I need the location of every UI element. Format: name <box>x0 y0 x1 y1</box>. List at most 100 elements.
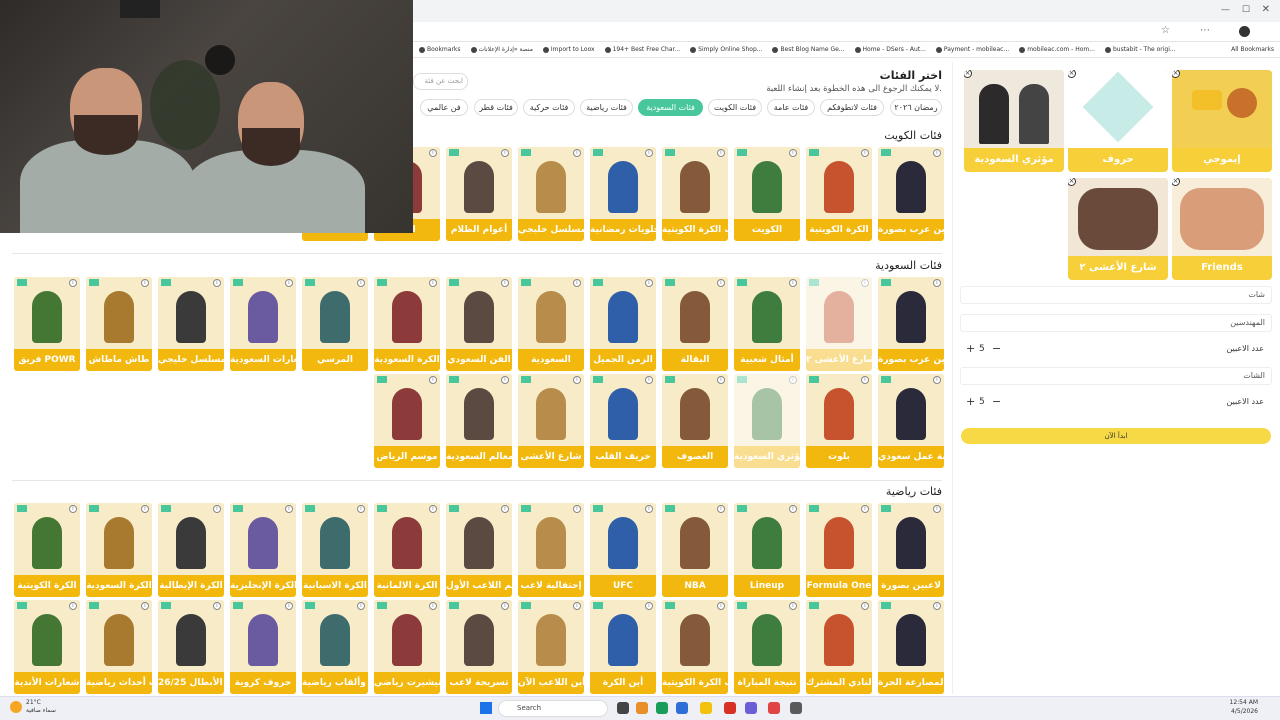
bookmark-item[interactable]: Best Blog Name Ge... <box>772 46 845 53</box>
category-card[interactable]: إسم اللاعب الأول i <box>446 503 512 597</box>
team2-name-input[interactable]: الشات <box>960 367 1272 385</box>
category-card[interactable]: موسم الرياض i <box>374 374 440 468</box>
info-icon[interactable]: i <box>861 602 869 610</box>
all-bookmarks[interactable]: All Bookmarks <box>1231 46 1280 53</box>
info-icon[interactable]: i <box>933 279 941 287</box>
info-icon[interactable]: i <box>789 505 797 513</box>
category-card[interactable]: المصارعة الحرة i <box>878 600 944 694</box>
category-card[interactable]: شعارات السعودية i <box>230 277 296 371</box>
category-card[interactable]: الفن السعودي i <box>446 277 512 371</box>
category-card[interactable]: رتب أحداث رياضية i <box>86 600 152 694</box>
team1-name-input[interactable]: شات <box>960 286 1272 304</box>
category-card[interactable]: الكرة السعودية i <box>374 277 440 371</box>
info-icon[interactable]: i <box>357 279 365 287</box>
filter-chip[interactable]: فئات رياضية <box>580 99 633 116</box>
taskbar-app-icon[interactable] <box>745 702 757 714</box>
taskbar-app-icon[interactable] <box>700 702 712 714</box>
category-card[interactable]: الكرة الكويتية i <box>14 503 80 597</box>
info-icon[interactable]: i <box>933 602 941 610</box>
category-card[interactable]: بلوت i <box>806 374 872 468</box>
category-card[interactable]: جوائز وألقاب رياضية i <box>302 600 368 694</box>
taskbar-app-icon[interactable] <box>636 702 648 714</box>
info-icon[interactable]: i <box>645 279 653 287</box>
info-icon[interactable]: i <box>717 602 725 610</box>
info-icon[interactable]: i <box>141 279 149 287</box>
filter-chip[interactable]: فئات لاتطوفكم <box>820 99 884 116</box>
category-card[interactable]: الزمن الجميل i <box>590 277 656 371</box>
info-icon[interactable]: i <box>429 505 437 513</box>
category-card[interactable]: معالم السعودية i <box>446 374 512 468</box>
info-icon[interactable]: i <box>69 279 77 287</box>
bookmark-item[interactable]: 194+ Best Free Char... <box>604 46 680 53</box>
info-icon[interactable]: i <box>933 376 941 384</box>
info-icon[interactable]: i <box>573 602 581 610</box>
info-icon[interactable]: i <box>789 279 797 287</box>
filter-chip-active[interactable]: فئات السعودية <box>638 99 703 116</box>
bookmark-item[interactable]: Payment - mobileac... <box>935 46 1009 53</box>
info-icon[interactable]: i <box>501 149 509 157</box>
bookmark-item[interactable]: mobileac.com - Hom... <box>1019 46 1095 53</box>
info-icon[interactable]: i <box>285 505 293 513</box>
info-icon[interactable]: i <box>429 279 437 287</box>
info-icon[interactable]: i <box>717 279 725 287</box>
info-icon[interactable]: i <box>429 149 437 157</box>
info-icon[interactable]: i <box>213 279 221 287</box>
selected-card[interactable]: Friends × <box>1172 178 1272 280</box>
category-card[interactable]: العصوف i <box>662 374 728 468</box>
category-card[interactable]: النادي المشترك i <box>806 600 872 694</box>
category-card[interactable]: طاش ماطاش i <box>86 277 152 371</box>
category-card[interactable]: المرسي i <box>302 277 368 371</box>
filter-chip[interactable]: فئات قطر <box>474 99 518 116</box>
category-card[interactable]: أعوام الظلام i <box>446 147 512 241</box>
info-icon[interactable]: i <box>933 149 941 157</box>
taskbar-app-icon[interactable] <box>617 702 629 714</box>
category-card[interactable]: فنانين عرب بصورة i <box>878 147 944 241</box>
taskbar-app-icon[interactable] <box>724 702 736 714</box>
category-card[interactable]: Lineup i <box>734 503 800 597</box>
bookmark-item[interactable]: bustabit - The origi... <box>1104 46 1176 53</box>
info-icon[interactable]: i <box>357 602 365 610</box>
category-card[interactable]: الكويت i <box>734 147 800 241</box>
info-icon[interactable]: i <box>933 505 941 513</box>
team1-field[interactable]: المهندسين <box>960 314 1272 332</box>
bookmark-item[interactable]: Simply Online Shop... <box>690 46 762 53</box>
category-card[interactable]: إحتفالية لاعب i <box>518 503 584 597</box>
info-icon[interactable]: i <box>429 602 437 610</box>
category-search-input[interactable]: ابحث عن فئة <box>413 73 468 90</box>
category-card[interactable]: الكرة الإيطالية i <box>158 503 224 597</box>
selected-card[interactable]: إيموجي × <box>1172 70 1272 172</box>
plus-button[interactable]: + <box>966 395 975 408</box>
close-window-button[interactable]: ✕ <box>1262 4 1270 15</box>
category-card[interactable]: أمثال شعبية i <box>734 277 800 371</box>
extensions-icon[interactable]: ⋯ <box>1200 25 1210 36</box>
info-icon[interactable]: i <box>789 376 797 384</box>
filter-chip[interactable]: فئات الكويت <box>708 99 762 116</box>
bookmark-item[interactable]: منصة «إدارة الإعلانات <box>470 46 533 53</box>
profile-avatar[interactable] <box>1239 26 1250 37</box>
info-icon[interactable]: i <box>69 602 77 610</box>
start-button[interactable]: ابدأ الآن <box>961 428 1271 444</box>
taskbar-app-icon[interactable] <box>656 702 668 714</box>
info-icon[interactable]: i <box>573 376 581 384</box>
category-card[interactable]: السعودية i <box>518 277 584 371</box>
info-icon[interactable]: i <box>645 376 653 384</box>
category-card[interactable]: الكرة الاسبانية i <box>302 503 368 597</box>
info-icon[interactable]: i <box>645 149 653 157</box>
plus-button[interactable]: + <box>966 342 975 355</box>
taskbar-search[interactable]: Search <box>498 700 608 717</box>
bookmark-item[interactable]: Home - DSers - Aut... <box>854 46 926 53</box>
category-card[interactable]: نتيجة المباراة i <box>734 600 800 694</box>
filter-chip[interactable]: فئات عامة <box>767 99 815 116</box>
category-card[interactable]: أين الكرة i <box>590 600 656 694</box>
selected-card[interactable]: مؤثري السعودية × <box>964 70 1064 172</box>
info-icon[interactable]: i <box>645 505 653 513</box>
info-icon[interactable]: i <box>573 279 581 287</box>
taskbar-app-icon[interactable] <box>676 702 688 714</box>
star-icon[interactable]: ☆ <box>1161 25 1170 36</box>
category-card[interactable]: الكرة الالمانية i <box>374 503 440 597</box>
minimize-button[interactable]: — <box>1221 5 1230 15</box>
info-icon[interactable]: i <box>717 376 725 384</box>
info-icon[interactable]: i <box>717 149 725 157</box>
category-card[interactable]: الكرة السعودية i <box>86 503 152 597</box>
bookmark-item[interactable]: Import to Loox <box>542 46 595 53</box>
